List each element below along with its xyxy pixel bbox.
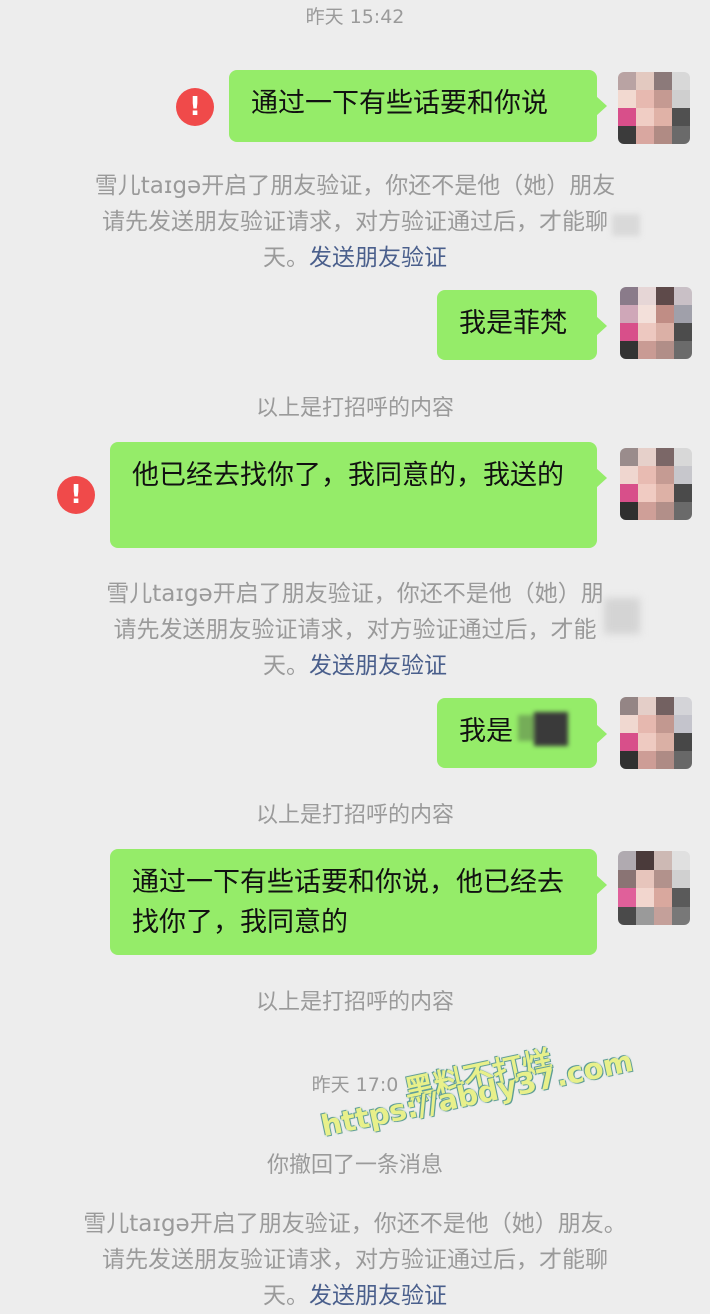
recall-notice: 你撤回了一条消息 bbox=[266, 1153, 443, 1178]
message-bubble[interactable]: 他已经去找你了，我同意的，我送的 bbox=[110, 442, 607, 548]
message-text: 我是菲梵 bbox=[459, 308, 567, 339]
friend-verification-notice: 雪儿taɪgə开启了朋友验证，你还不是他（她）朋友。 请先发送朋友验证请求，对方… bbox=[40, 1206, 670, 1314]
message-text: 我是 bbox=[459, 716, 513, 747]
send-failed-icon[interactable]: ! bbox=[176, 88, 214, 126]
greeting-hint: 以上是打招呼的内容 bbox=[255, 803, 454, 828]
send-verification-link[interactable]: 发送朋友验证 bbox=[309, 653, 447, 679]
notice-line: 请先发送朋友验证请求，对方验证通过后，才能聊 bbox=[102, 209, 608, 235]
message-bubble[interactable]: 我是菲梵 bbox=[437, 290, 607, 360]
avatar[interactable] bbox=[618, 851, 690, 925]
notice-line: 天。 bbox=[263, 245, 309, 271]
notice-line: 天。 bbox=[263, 1283, 309, 1309]
redacted-name bbox=[534, 712, 568, 746]
avatar[interactable] bbox=[618, 72, 690, 144]
notice-line: 雪儿taɪgə开启了朋友验证，你还不是他（她）朋友 bbox=[94, 173, 616, 199]
friend-verification-notice: 雪儿taɪgə开启了朋友验证，你还不是他（她）朋友 请先发送朋友验证请求，对方验… bbox=[40, 168, 670, 276]
notice-line: 雪儿taɪgə开启了朋友验证，你还不是他（她）朋友。 bbox=[83, 1211, 627, 1237]
send-verification-link[interactable]: 发送朋友验证 bbox=[309, 245, 447, 271]
notice-line: 请先发送朋友验证请求，对方验证通过后，才能 bbox=[113, 617, 597, 643]
timestamp: 昨天 15:42 bbox=[305, 6, 405, 28]
notice-line: 雪儿taɪgə开启了朋友验证，你还不是他（她）朋 bbox=[106, 581, 604, 607]
blur-mask bbox=[604, 598, 640, 634]
message-bubble[interactable]: 我是 bbox=[437, 698, 607, 768]
send-failed-icon[interactable]: ! bbox=[57, 476, 95, 514]
message-text: 他已经去找你了，我同意的，我送的 bbox=[132, 460, 564, 491]
avatar[interactable] bbox=[620, 287, 692, 359]
message-text: 通过一下有些话要和你说，他已经去找你了，我同意的 bbox=[132, 867, 564, 938]
avatar[interactable] bbox=[620, 697, 692, 769]
greeting-hint: 以上是打招呼的内容 bbox=[255, 990, 454, 1015]
avatar[interactable] bbox=[620, 448, 692, 520]
blur-mask bbox=[612, 214, 640, 236]
message-bubble[interactable]: 通过一下有些话要和你说 bbox=[229, 70, 607, 142]
notice-line: 请先发送朋友验证请求，对方验证通过后，才能聊 bbox=[102, 1247, 608, 1273]
friend-verification-notice: 雪儿taɪgə开启了朋友验证，你还不是他（她）朋 请先发送朋友验证请求，对方验证… bbox=[40, 576, 670, 684]
message-bubble[interactable]: 通过一下有些话要和你说，他已经去找你了，我同意的 bbox=[110, 849, 607, 955]
send-verification-link[interactable]: 发送朋友验证 bbox=[309, 1283, 447, 1309]
notice-line: 天。 bbox=[263, 653, 309, 679]
message-text: 通过一下有些话要和你说 bbox=[251, 88, 548, 119]
greeting-hint: 以上是打招呼的内容 bbox=[255, 396, 454, 421]
